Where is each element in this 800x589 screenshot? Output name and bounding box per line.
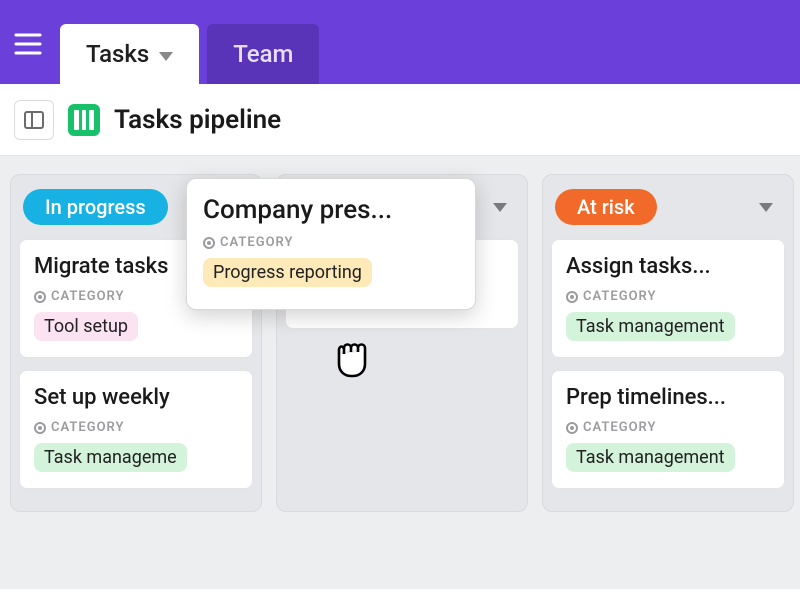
- board-icon: [68, 104, 100, 136]
- task-card[interactable]: Assign tasks... CATEGORY Task management: [551, 239, 785, 358]
- status-pill[interactable]: At risk: [555, 189, 657, 225]
- column-menu-button[interactable]: [487, 198, 513, 217]
- card-title: Company pres...: [203, 195, 459, 225]
- tab-label: Tasks: [86, 40, 149, 68]
- topbar: Tasks Team: [0, 0, 800, 84]
- chevron-down-icon: [159, 40, 173, 68]
- layout-toggle-button[interactable]: [14, 100, 54, 140]
- category-tag: Task management: [566, 443, 735, 472]
- toolbar: Tasks pipeline: [0, 84, 800, 156]
- menu-icon[interactable]: [10, 26, 46, 62]
- category-tag: Task manageme: [34, 443, 187, 472]
- task-card[interactable]: Set up weekly CATEGORY Task manageme: [19, 370, 253, 489]
- category-label: CATEGORY: [34, 420, 238, 435]
- board-title: Tasks pipeline: [114, 105, 281, 135]
- category-tag: Tool setup: [34, 312, 138, 341]
- category-tag: Task management: [566, 312, 735, 341]
- status-pill[interactable]: In progress: [23, 189, 168, 225]
- dragging-card[interactable]: Company pres... CATEGORY Progress report…: [186, 178, 476, 310]
- category-label: CATEGORY: [203, 235, 459, 250]
- column: At risk Assign tasks... CATEGORY Task manag…: [542, 174, 794, 512]
- task-card[interactable]: Prep timelines... CATEGORY Task management: [551, 370, 785, 489]
- card-title: Prep timelines...: [566, 385, 770, 410]
- category-label: CATEGORY: [566, 420, 770, 435]
- tab-label: Team: [233, 40, 293, 68]
- column-menu-button[interactable]: [753, 198, 779, 217]
- card-title: Set up weekly: [34, 385, 238, 410]
- card-title: Assign tasks...: [566, 254, 770, 279]
- category-label: CATEGORY: [566, 289, 770, 304]
- column-header: At risk: [551, 185, 785, 239]
- tab-team[interactable]: Team: [207, 24, 319, 84]
- tab-tasks[interactable]: Tasks: [60, 24, 199, 84]
- category-tag: Progress reporting: [203, 258, 372, 287]
